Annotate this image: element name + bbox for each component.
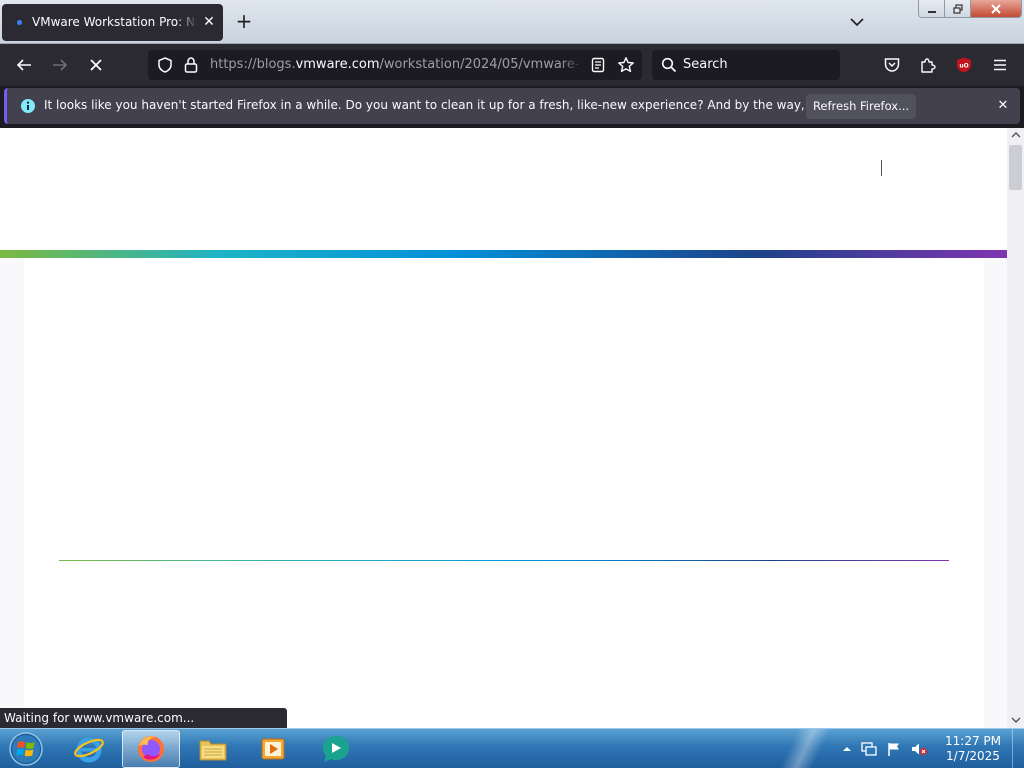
text-cursor — [881, 160, 882, 176]
site-header — [0, 128, 1007, 250]
url-prefix: https://blogs. — [210, 57, 296, 72]
scroll-thumb[interactable] — [1009, 145, 1022, 190]
arrow-left-icon — [16, 59, 31, 71]
volume-muted-icon[interactable] — [910, 741, 928, 757]
show-desktop-button[interactable] — [1012, 729, 1024, 768]
notification-bar: It looks like you haven't started Firefo… — [0, 86, 1024, 128]
pocket-button[interactable] — [880, 53, 904, 77]
taskbar-media-player[interactable] — [244, 730, 302, 768]
tab-close-icon[interactable]: ✕ — [201, 14, 217, 30]
network-icon[interactable] — [860, 741, 878, 757]
taskbar-glare — [760, 729, 850, 768]
clock-time: 11:27 PM — [945, 734, 1001, 748]
media-player-icon — [261, 738, 285, 760]
search-placeholder: Search — [683, 57, 728, 72]
minimize-button[interactable] — [919, 0, 946, 17]
taskbar: 11:27 PM 1/7/2025 — [0, 728, 1024, 768]
start-button[interactable] — [6, 731, 46, 767]
back-button[interactable] — [12, 53, 36, 77]
status-panel: Waiting for www.vmware.com... — [0, 708, 287, 728]
vertical-scrollbar[interactable] — [1007, 128, 1024, 728]
forward-button[interactable] — [48, 53, 72, 77]
gradient-divider — [59, 560, 949, 561]
restore-icon — [953, 4, 963, 14]
close-icon — [991, 4, 1001, 14]
close-window-button[interactable] — [971, 0, 1021, 17]
puzzle-icon — [921, 58, 936, 73]
taskbar-firefox[interactable] — [122, 730, 180, 768]
svg-text:uO: uO — [959, 63, 968, 70]
restore-button[interactable] — [945, 0, 971, 17]
scroll-down-button[interactable] — [1007, 713, 1024, 727]
chat-bubble-icon — [323, 736, 349, 762]
list-all-tabs-button[interactable] — [848, 13, 866, 31]
action-center-flag-icon[interactable] — [886, 741, 902, 757]
refresh-firefox-button[interactable]: Refresh Firefox... — [806, 94, 916, 119]
brand-gradient-stripe — [0, 250, 1007, 258]
app-menu-button[interactable] — [988, 53, 1012, 77]
window-controls — [918, 0, 1022, 18]
tab-title: VMware Workstation Pro: Now Available Fr… — [32, 15, 197, 29]
windows-logo-icon — [9, 732, 43, 766]
new-tab-button[interactable]: + — [234, 11, 254, 31]
folder-icon — [199, 740, 227, 761]
clock-date: 1/7/2025 — [946, 749, 1000, 763]
chevron-down-icon — [850, 18, 864, 27]
notification-container: It looks like you haven't started Firefo… — [4, 88, 1020, 124]
hamburger-menu-icon — [994, 59, 1006, 71]
lock-icon[interactable] — [183, 56, 199, 74]
navigation-toolbar: https://blogs.vmware.com/workstation/202… — [0, 44, 1024, 86]
show-hidden-icons-arrow-icon[interactable] — [842, 744, 852, 754]
stop-button[interactable] — [84, 53, 108, 77]
info-icon — [21, 99, 35, 113]
taskbar-file-explorer[interactable] — [184, 730, 242, 768]
extensions-button[interactable] — [916, 53, 940, 77]
notification-message: It looks like you haven't started Firefo… — [44, 98, 900, 112]
search-icon — [661, 57, 677, 73]
arrow-right-icon — [53, 59, 68, 71]
address-bar[interactable]: https://blogs.vmware.com/workstation/202… — [148, 50, 642, 80]
pocket-icon — [884, 58, 900, 72]
tab-loading-icon — [17, 20, 22, 25]
taskbar-internet-explorer[interactable] — [60, 730, 118, 768]
article-body — [24, 258, 984, 728]
search-input[interactable]: Search — [652, 50, 840, 80]
tab-active[interactable]: VMware Workstation Pro: Now Available Fr… — [2, 4, 223, 41]
taskbar-messenger-app[interactable] — [307, 730, 365, 768]
url-path: /workstation/2024/05/vmware-workstation-… — [379, 57, 583, 72]
ublock-extension-button[interactable]: uO — [952, 53, 976, 77]
reader-view-icon[interactable] — [590, 57, 606, 73]
page-viewport: Waiting for www.vmware.com... — [0, 128, 1007, 728]
minimize-icon — [927, 11, 936, 13]
star-bookmark-icon[interactable] — [617, 56, 635, 74]
browser-tab-strip: VMware Workstation Pro: Now Available Fr… — [0, 0, 1024, 44]
url-host: vmware.com — [295, 57, 380, 72]
firefox-icon — [138, 736, 164, 762]
shield-icon[interactable] — [156, 56, 174, 74]
scroll-up-arrow-icon — [1011, 132, 1020, 138]
ublock-shield-icon: uO — [957, 57, 971, 73]
url-field[interactable]: https://blogs.vmware.com/workstation/202… — [210, 57, 582, 72]
stop-icon — [90, 59, 102, 71]
scroll-up-button[interactable] — [1007, 128, 1024, 142]
notification-close-icon[interactable]: ✕ — [995, 98, 1011, 114]
system-clock[interactable]: 11:27 PM 1/7/2025 — [940, 734, 1006, 764]
system-tray — [842, 739, 928, 759]
internet-explorer-icon — [74, 737, 104, 763]
scroll-down-arrow-icon — [1011, 717, 1020, 723]
